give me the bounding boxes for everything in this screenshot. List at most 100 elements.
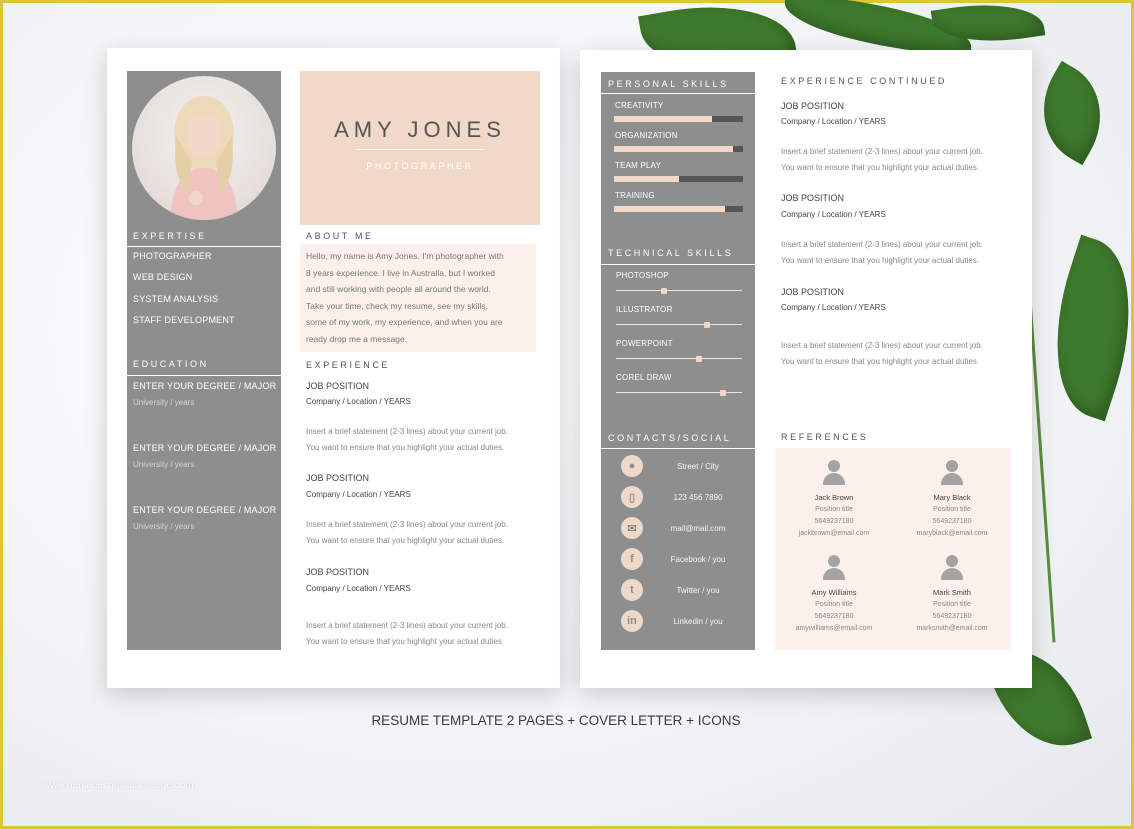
divider <box>601 93 755 94</box>
skill-slider <box>616 389 742 396</box>
skill-slider-knob <box>696 355 703 362</box>
user-icon <box>939 555 965 581</box>
skill-label: CREATIVITY <box>615 101 664 110</box>
skill-label: TEAM PLAY <box>615 161 662 170</box>
job-description-line: You want to ensure that you highlight yo… <box>306 636 502 646</box>
technical-skills-heading: TECHNICAL SKILLS <box>608 248 734 258</box>
job-company: Company / Location / YEARS <box>306 584 411 593</box>
skill-bar-fill <box>614 146 733 152</box>
reference-phone: 5649237180 <box>814 613 854 620</box>
job-title: JOB POSITION <box>781 287 845 297</box>
job-description-line: You want to ensure that you highlight yo… <box>781 162 980 172</box>
education-school: University / years <box>133 522 195 531</box>
contact-text: 123 456 7890 <box>673 493 723 502</box>
expertise-item: WEB DESIGN <box>133 272 193 282</box>
reference-email: jackbrown@email.com <box>798 530 870 537</box>
about-line: ready drop me a message. <box>306 333 408 344</box>
contacts-heading: CONTACTS/SOCIAL <box>608 433 732 443</box>
resume-page-1: EXPERTISE PHOTOGRAPHER WEB DESIGN SYSTEM… <box>107 48 560 688</box>
left-sidebar: EXPERTISE PHOTOGRAPHER WEB DESIGN SYSTEM… <box>127 71 281 650</box>
skill-slider <box>616 287 742 294</box>
right-sidebar: PERSONAL SKILLS CREATIVITY ORGANIZATION TE… <box>601 72 755 650</box>
divider <box>601 448 755 449</box>
about-line: Hello, my name is Amy Jones. I'm photogr… <box>306 251 504 261</box>
experience-heading: EXPERIENCE <box>306 360 391 370</box>
job-description: Insert a brief statement (2-3 lines) abo… <box>781 237 1021 268</box>
job-description-line: Insert a brief statement (2-3 lines) abo… <box>306 427 508 436</box>
job-description-line: Insert a brief statement (2-3 lines) abo… <box>781 341 983 350</box>
job-description-line: You want to ensure that you highlight yo… <box>781 255 980 265</box>
job-description-line: Insert a brief statement (2-3 lines) abo… <box>306 520 508 529</box>
contact-text: Street / City <box>677 462 719 471</box>
reference-name: Jack Brown <box>814 493 854 502</box>
education-degree: ENTER YOUR DEGREE / MAJOR <box>133 381 277 391</box>
personal-skills-heading: PERSONAL SKILLS <box>608 79 729 89</box>
reference-position: Position title <box>815 506 853 513</box>
expertise-heading: EXPERTISE <box>133 231 207 241</box>
job-description-line: You want to ensure that you highlight yo… <box>306 535 505 545</box>
profile-photo <box>132 76 276 220</box>
reference-card: Mark Smith Position title 5649237180 mar… <box>892 555 1012 635</box>
user-icon <box>821 555 847 581</box>
user-icon <box>821 460 847 486</box>
education-school: University / years <box>133 460 195 469</box>
reference-phone: 5649237180 <box>932 613 972 620</box>
about-line: and still working with people all around… <box>306 284 491 294</box>
job-description: Insert a brief statement (2-3 lines) abo… <box>781 338 1021 369</box>
reference-position: Position title <box>933 601 971 608</box>
watermark: www.heritagechristiancollege.com <box>43 780 194 791</box>
reference-name: Amy Williams <box>811 588 857 597</box>
references-heading: REFERENCES <box>781 432 869 442</box>
reference-card: Amy Williams Position title 5649237180 a… <box>774 555 894 635</box>
expertise-item: STAFF DEVELOPMENT <box>133 315 235 325</box>
reference-card: Jack Brown Position title 5649237180 jac… <box>774 460 894 540</box>
about-line: Take your time, check my resume, see my … <box>306 300 488 311</box>
skill-bar <box>614 116 743 122</box>
skill-label: ORGANIZATION <box>615 131 678 140</box>
about-text: Hello, my name is Amy Jones. I'm photogr… <box>306 248 504 347</box>
about-box: Hello, my name is Amy Jones. I'm photogr… <box>300 244 536 352</box>
contact-text: Linkedin / you <box>673 617 723 626</box>
reference-position: Position title <box>933 506 971 513</box>
job-company: Company / Location / YEARS <box>306 397 411 406</box>
skill-label: POWERPOINT <box>616 339 673 348</box>
candidate-role: PHOTOGRAPHER <box>366 161 474 171</box>
reference-phone: 5649237180 <box>932 518 972 525</box>
education-degree: ENTER YOUR DEGREE / MAJOR <box>133 505 277 515</box>
skill-slider-knob <box>660 287 667 294</box>
education-degree: ENTER YOUR DEGREE / MAJOR <box>133 443 277 453</box>
job-company: Company / Location / YEARS <box>781 117 886 126</box>
reference-email: maryblack@email.com <box>916 530 988 537</box>
about-line: 8 years experience. I live in Australia,… <box>306 267 495 278</box>
reference-card: Mary Black Position title 5649237180 mar… <box>892 460 1012 540</box>
job-description: Insert a brief statement (2-3 lines) abo… <box>306 424 546 455</box>
job-title: JOB POSITION <box>781 101 845 111</box>
skill-label: TRAINING <box>615 191 655 200</box>
job-title: JOB POSITION <box>306 381 370 391</box>
references-box: Jack Brown Position title 5649237180 jac… <box>775 448 1011 650</box>
job-description-line: Insert a brief statement (2-3 lines) abo… <box>781 147 983 156</box>
skill-slider <box>616 355 742 362</box>
contact-text: mail@mail.com <box>670 524 726 533</box>
education-school: University / years <box>133 398 195 407</box>
job-description-line: Insert a brief statement (2-3 lines) abo… <box>781 240 983 249</box>
divider <box>127 375 281 376</box>
skill-bar <box>614 146 743 152</box>
skill-label: COREL DRAW <box>616 373 672 382</box>
skill-bar <box>614 176 743 182</box>
skill-slider-knob <box>720 389 727 396</box>
header-divider <box>356 149 484 150</box>
job-description: Insert a brief statement (2-3 lines) abo… <box>781 144 1021 175</box>
reference-name: Mary Black <box>933 493 971 502</box>
job-title: JOB POSITION <box>306 473 370 483</box>
user-icon <box>939 460 965 486</box>
name-header: AMY JONES PHOTOGRAPHER <box>300 71 540 225</box>
about-heading: ABOUT ME <box>306 231 374 241</box>
reference-email: marksmith@email.com <box>916 625 988 632</box>
skill-label: PHOTOSHOP <box>616 271 669 280</box>
job-company: Company / Location / YEARS <box>306 490 411 499</box>
education-heading: EDUCATION <box>133 359 209 369</box>
skill-label: ILLUSTRATOR <box>616 305 673 314</box>
reference-email: amywilliams@email.com <box>795 625 873 632</box>
reference-phone: 5649237180 <box>814 518 854 525</box>
